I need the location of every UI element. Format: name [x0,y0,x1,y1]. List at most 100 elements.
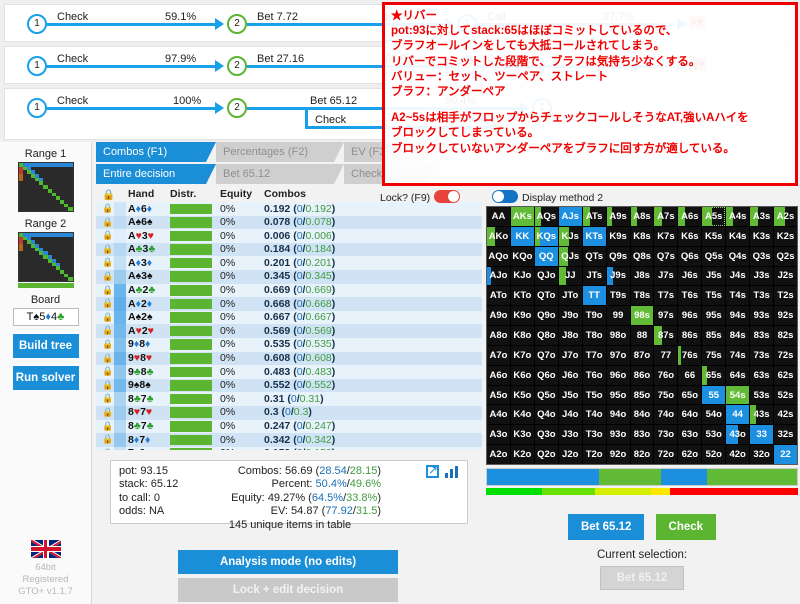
tab-1[interactable]: Percentages (F2) [216,142,344,162]
matrix-cell[interactable]: 72s [774,345,797,365]
matrix-cell[interactable]: T3s [750,286,774,306]
matrix-cell[interactable]: 83s [750,326,774,345]
matrix-cell[interactable]: 65s [702,365,726,385]
table-row[interactable]: 🔒 A♥2♥ 0% 0.569 (0/0.569) [96,324,482,338]
matrix-cell[interactable]: AQs [534,207,558,226]
row-lock-icon[interactable]: 🔒 [102,353,113,364]
matrix-cell[interactable]: 63s [750,365,774,385]
lock-edit-decision-button[interactable]: Lock + edit decision [178,578,398,602]
matrix-cell[interactable]: 94s [726,306,750,326]
row-lock-icon[interactable]: 🔒 [102,366,113,377]
matrix-cell[interactable]: 76o [654,365,678,385]
matrix-cell[interactable]: 32s [774,425,797,445]
matrix-cell[interactable]: T5s [702,286,726,306]
matrix-cell[interactable]: AKo [487,226,510,246]
matrix-cell[interactable]: AQo [487,246,510,266]
matrix-cell[interactable]: 86s [678,326,702,345]
matrix-cell[interactable]: Q6s [678,246,702,266]
table-row[interactable]: 🔒 A♠2♠ 0% 0.667 (0/0.667) [96,310,482,325]
matrix-cell[interactable]: Q9o [534,306,558,326]
matrix-cell[interactable]: KQs [534,226,558,246]
table-row[interactable]: 🔒 8♦7♦ 0% 0.342 (0/0.342) [96,433,482,447]
tab-0[interactable]: Combos (F1) [96,142,216,162]
matrix-cell[interactable]: J9o [558,306,582,326]
matrix-cell[interactable]: QJs [558,246,582,266]
matrix-cell[interactable]: J5o [558,385,582,405]
matrix-cell[interactable]: 82o [630,445,654,464]
build-tree-button[interactable]: Build tree [12,334,79,358]
matrix-cell[interactable]: Q2o [534,445,558,464]
table-row[interactable]: 🔒 9♦8♦ 0% 0.535 (0/0.535) [96,337,482,352]
row-lock-icon[interactable]: 🔒 [102,312,113,323]
bar-chart-icon[interactable] [445,466,459,478]
matrix-cell[interactable]: 93s [750,306,774,326]
matrix-cell[interactable]: 74o [654,405,678,425]
matrix-cell[interactable]: Q2s [774,246,797,266]
matrix-cell[interactable]: A5s [702,207,726,226]
matrix-cell[interactable]: Q8s [630,246,654,266]
row-lock-icon[interactable]: 🔒 [102,217,113,228]
matrix-cell[interactable]: T4o [582,405,606,425]
table-row[interactable]: 🔒 A♦3♦ 0% 0.201 (0/0.201) [96,256,482,270]
table-row[interactable]: 🔒 8♥7♥ 0% 0.3 (0/0.3) [96,405,482,420]
row-lock-icon[interactable]: 🔒 [102,230,113,241]
branch-tab-0[interactable]: Entire decision [96,164,216,184]
matrix-cell[interactable]: ATs [582,207,606,226]
matrix-cell[interactable]: K9o [510,306,534,326]
matrix-cell[interactable]: T3o [582,425,606,445]
matrix-cell[interactable]: T8o [582,326,606,345]
matrix-cell[interactable]: K8o [510,326,534,345]
matrix-cell[interactable]: K9s [606,226,630,246]
row-lock-icon[interactable]: 🔒 [102,285,113,296]
matrix-cell[interactable]: A4s [726,207,750,226]
matrix-cell[interactable]: JTs [582,266,606,286]
row-lock-icon[interactable]: 🔒 [102,421,113,432]
matrix-cell[interactable]: 96o [606,365,630,385]
table-row[interactable]: 🔒 A♦2♦ 0% 0.668 (0/0.668) [96,297,482,311]
matrix-cell[interactable]: T2s [774,286,797,306]
matrix-cell[interactable]: J9s [606,266,630,286]
matrix-cell[interactable]: K7s [654,226,678,246]
matrix-cell[interactable]: K5s [702,226,726,246]
matrix-cell[interactable]: J4s [726,266,750,286]
matrix-cell[interactable]: 82s [774,326,797,345]
matrix-cell[interactable]: 54o [702,405,726,425]
matrix-cell[interactable]: Q6o [534,365,558,385]
table-row[interactable]: 🔒 A♥3♥ 0% 0.006 (0/0.006) [96,229,482,243]
matrix-cell[interactable]: A9o [487,306,510,326]
row-lock-icon[interactable]: 🔒 [102,434,113,445]
matrix-cell[interactable]: A8o [487,326,510,345]
matrix-cell[interactable]: 22 [774,445,797,464]
table-row[interactable]: 🔒 A♠6♠ 0% 0.078 (0/0.078) [96,215,482,230]
matrix-cell[interactable]: K4s [726,226,750,246]
matrix-cell[interactable]: 32o [750,445,774,464]
row-lock-icon[interactable]: 🔒 [102,393,113,404]
matrix-cell[interactable]: 94o [606,405,630,425]
matrix-cell[interactable]: K2s [774,226,797,246]
tree-node-player2[interactable]: 2 [227,56,247,76]
lock-toggle[interactable] [434,190,461,203]
matrix-cell[interactable]: K3o [510,425,534,445]
table-row[interactable]: 🔒 8♣7♣ 0% 0.247 (0/0.247) [96,419,482,434]
matrix-cell[interactable]: J7o [558,345,582,365]
matrix-cell[interactable]: 64o [678,405,702,425]
matrix-cell[interactable]: 64s [726,365,750,385]
tree-node-player1[interactable]: 1 [27,56,47,76]
matrix-cell[interactable]: Q4o [534,405,558,425]
row-lock-icon[interactable]: 🔒 [102,325,113,336]
matrix-cell[interactable]: 98o [606,326,630,345]
table-row[interactable]: 🔒 7♦6♦ 0% 0.153 (0/0.153) [96,446,482,450]
row-lock-icon[interactable]: 🔒 [102,407,113,418]
matrix-cell[interactable]: T7s [654,286,678,306]
run-solver-button[interactable]: Run solver [12,366,79,390]
matrix-cell[interactable]: 84s [726,326,750,345]
display-method-toggle[interactable] [492,190,518,203]
matrix-cell[interactable]: 53o [702,425,726,445]
matrix-cell[interactable]: A7s [654,207,678,226]
matrix-cell[interactable]: A6s [678,207,702,226]
matrix-cell[interactable]: 42s [774,405,797,425]
matrix-cell[interactable]: 43o [726,425,750,445]
matrix-cell[interactable]: Q7s [654,246,678,266]
matrix-cell[interactable]: 83o [630,425,654,445]
table-row[interactable]: 🔒 A♣2♣ 0% 0.669 (0/0.669) [96,283,482,298]
